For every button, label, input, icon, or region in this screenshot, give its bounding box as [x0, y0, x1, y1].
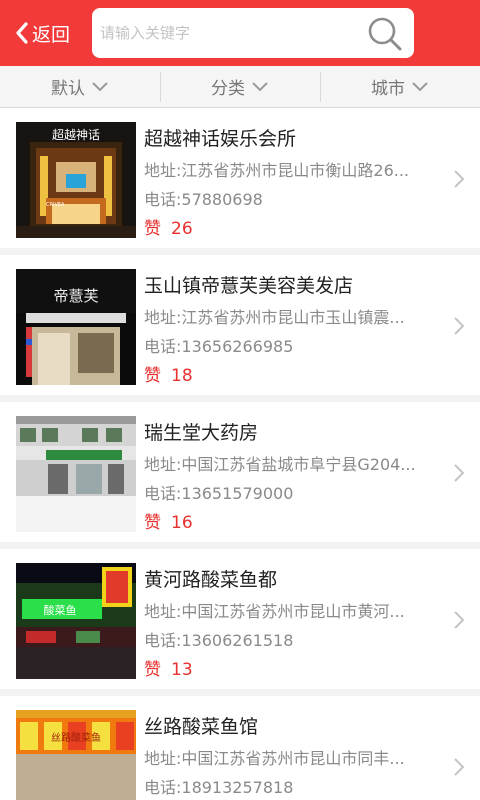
shop-phone: 电话:57880698 [144, 190, 263, 209]
like-count: 赞 18 [144, 361, 193, 386]
search-icon[interactable] [366, 15, 404, 53]
list-item[interactable]: 酸菜鱼 黄河路酸菜鱼都 地址:中国江苏省苏州市昆山市黄河... 电话:13606… [0, 549, 480, 689]
svg-text:CRIVEA: CRIVEA [46, 202, 65, 208]
like-number: 13 [171, 660, 193, 680]
shop-name: 瑞生堂大药房 [144, 422, 259, 444]
shop-photo: 超越神话 CRIVEA [16, 122, 136, 238]
filter-city[interactable]: 城市 [320, 66, 480, 107]
back-label: 返回 [32, 23, 71, 46]
shop-phone: 电话:13651579000 [144, 484, 294, 503]
shop-address: 地址:江苏省苏州市昆山市衡山路26... [144, 161, 410, 180]
shop-name: 丝路酸菜鱼馆 [144, 716, 259, 738]
shop-name: 超越神话娱乐会所 [144, 128, 297, 150]
chevron-down-icon [92, 81, 108, 91]
shop-photo [16, 416, 136, 532]
like-label: 赞 [144, 513, 161, 533]
shop-phone: 电话:18913257818 [144, 778, 294, 797]
like-count: 赞 26 [144, 214, 193, 239]
like-number: 26 [171, 219, 193, 239]
chevron-right-icon [454, 317, 465, 335]
filter-default-label: 默认 [51, 79, 85, 99]
filter-category[interactable]: 分类 [160, 66, 320, 107]
like-label: 赞 [144, 219, 161, 239]
chevron-down-icon [252, 81, 268, 91]
shop-phone: 电话:13656266985 [144, 337, 294, 356]
list-item[interactable]: 帝薏芙 玉山镇帝薏芙美容美发店 地址:江苏省苏州市昆山市玉山镇震... 电话:1… [0, 255, 480, 395]
filter-default[interactable]: 默认 [0, 66, 160, 107]
chevron-left-icon [16, 22, 28, 44]
search-box [92, 8, 414, 58]
shop-name: 黄河路酸菜鱼都 [144, 569, 278, 591]
shop-name: 玉山镇帝薏芙美容美发店 [144, 275, 354, 297]
svg-text:超越神话: 超越神话 [52, 127, 100, 142]
like-number: 18 [171, 366, 193, 386]
shop-list: 超越神话 CRIVEA 超越神话娱乐会所 地址:江苏省苏州市昆山市衡山路26..… [0, 108, 480, 800]
shop-photo: 帝薏芙 [16, 269, 136, 385]
chevron-right-icon [454, 464, 465, 482]
like-number: 16 [171, 513, 193, 533]
svg-text:帝薏芙: 帝薏芙 [53, 287, 98, 305]
shop-address: 地址:中国江苏省苏州市昆山市黄河... [144, 602, 405, 621]
filter-city-label: 城市 [371, 79, 405, 99]
svg-text:酸菜鱼: 酸菜鱼 [44, 603, 77, 617]
shop-phone: 电话:13606261518 [144, 631, 294, 650]
chevron-down-icon [412, 81, 428, 91]
list-item[interactable]: 丝路酸菜鱼 丝路酸菜鱼馆 地址:中国江苏省苏州市昆山市同丰... 电话:1891… [0, 696, 480, 800]
like-count: 赞 13 [144, 655, 193, 680]
like-label: 赞 [144, 366, 161, 386]
shop-address: 地址:中国江苏省苏州市昆山市同丰... [144, 749, 405, 768]
chevron-right-icon [454, 170, 465, 188]
shop-photo: 酸菜鱼 [16, 563, 136, 679]
search-input[interactable] [92, 8, 354, 58]
filter-category-label: 分类 [211, 79, 245, 99]
top-bar: 返回 [0, 0, 480, 66]
shop-photo: 丝路酸菜鱼 [16, 710, 136, 800]
shop-address: 地址:中国江苏省盐城市阜宁县G204... [144, 455, 416, 474]
like-label: 赞 [144, 660, 161, 680]
chevron-right-icon [454, 611, 465, 629]
list-item[interactable]: 超越神话 CRIVEA 超越神话娱乐会所 地址:江苏省苏州市昆山市衡山路26..… [0, 108, 480, 248]
svg-text:丝路酸菜鱼: 丝路酸菜鱼 [51, 731, 101, 744]
chevron-right-icon [454, 758, 465, 776]
filter-bar: 默认 分类 城市 [0, 66, 480, 108]
like-count: 赞 16 [144, 508, 193, 533]
back-button[interactable]: 返回 [14, 18, 70, 48]
shop-address: 地址:江苏省苏州市昆山市玉山镇震... [144, 308, 405, 327]
list-item[interactable]: 瑞生堂大药房 地址:中国江苏省盐城市阜宁县G204... 电话:13651579… [0, 402, 480, 542]
